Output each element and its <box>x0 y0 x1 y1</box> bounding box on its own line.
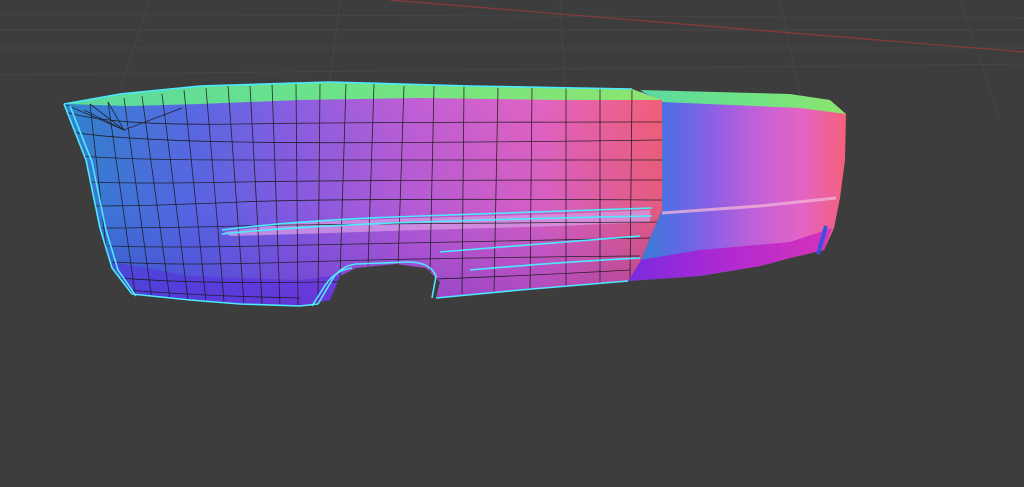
bumper-mesh[interactable] <box>63 81 846 307</box>
viewport-canvas[interactable] <box>0 0 1024 487</box>
x-axis-line <box>389 0 1024 53</box>
3d-viewport[interactable] <box>0 0 1024 487</box>
